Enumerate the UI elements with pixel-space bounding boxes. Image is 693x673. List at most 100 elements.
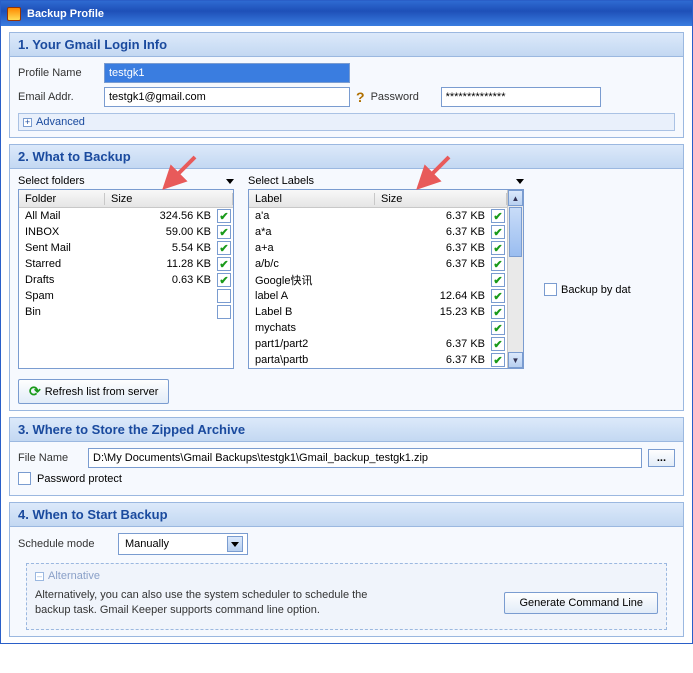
minus-icon: – [35,572,44,581]
item-size: 12.64 KB [381,290,491,302]
list-item[interactable]: Drafts0.63 KB [19,272,233,288]
item-name: Starred [25,258,111,270]
select-folders-dropdown[interactable]: Select folders [18,175,234,187]
item-size: 6.37 KB [381,226,491,238]
item-name: INBOX [25,226,111,238]
profile-name-input[interactable] [104,63,350,83]
window-title: Backup Profile [27,8,104,20]
list-item[interactable]: a'a6.37 KB [249,208,507,224]
item-name: a'a [255,210,381,222]
chevron-down-icon [516,179,524,184]
folders-header[interactable]: Folder Size [19,190,233,208]
filename-input[interactable] [88,448,642,468]
scrollbar[interactable]: ▲ ▼ [507,190,523,368]
refresh-button[interactable]: ⟳ Refresh list from server [18,379,169,404]
item-checkbox[interactable] [491,209,505,223]
checkbox[interactable] [544,283,557,296]
item-checkbox[interactable] [217,225,231,239]
list-item[interactable]: Personal2.27 KB [249,368,507,369]
item-size: 324.56 KB [111,210,217,222]
list-item[interactable]: label A12.64 KB [249,288,507,304]
section-what-header: 2. What to Backup [10,145,683,169]
item-checkbox[interactable] [491,241,505,255]
plus-icon: + [23,118,32,127]
email-label: Email Addr. [18,91,98,103]
item-name: Sent Mail [25,242,111,254]
list-item[interactable]: mychats [249,320,507,336]
item-size: 6.37 KB [381,242,491,254]
list-item[interactable]: a+a6.37 KB [249,240,507,256]
section-schedule-header: 4. When to Start Backup [10,503,683,527]
section-schedule: 4. When to Start Backup Schedule mode Ma… [9,502,684,637]
labels-header[interactable]: Label Size [249,190,507,208]
list-item[interactable]: parta\partb6.37 KB [249,352,507,368]
size-col-hdr-2: Size [375,193,507,205]
item-checkbox[interactable] [217,257,231,271]
item-size: 59.00 KB [111,226,217,238]
list-item[interactable]: All Mail324.56 KB [19,208,233,224]
schedule-mode-select[interactable]: Manually [118,533,248,555]
password-input[interactable] [441,87,601,107]
list-item[interactable]: Starred11.28 KB [19,256,233,272]
scroll-up-button[interactable]: ▲ [508,190,523,206]
backup-by-date-label: Backup by dat [561,284,631,296]
advanced-expander[interactable]: + Advanced [18,113,675,131]
item-size: 6.37 KB [381,258,491,270]
label-col-hdr: Label [249,193,375,205]
generate-command-line-button[interactable]: Generate Command Line [504,592,658,614]
item-name: Google快讯 [255,272,381,288]
list-item[interactable]: a*a6.37 KB [249,224,507,240]
item-checkbox[interactable] [217,305,231,319]
list-item[interactable]: Sent Mail5.54 KB [19,240,233,256]
alternative-expander[interactable]: – Alternative [35,568,658,588]
filename-label: File Name [18,452,82,464]
section-archive-header: 3. Where to Store the Zipped Archive [10,418,683,442]
item-checkbox[interactable] [217,209,231,223]
item-checkbox[interactable] [491,225,505,239]
list-item[interactable]: Label B15.23 KB [249,304,507,320]
scroll-thumb[interactable] [509,207,522,257]
list-item[interactable]: part1/part26.37 KB [249,336,507,352]
list-item[interactable]: Bin [19,304,233,320]
help-icon[interactable]: ? [356,89,365,105]
section-archive: 3. Where to Store the Zipped Archive Fil… [9,417,684,496]
item-checkbox[interactable] [491,257,505,271]
list-item[interactable]: a/b/c6.37 KB [249,256,507,272]
item-checkbox[interactable] [491,337,505,351]
password-protect-checkbox[interactable] [18,472,31,485]
item-checkbox[interactable] [491,305,505,319]
email-input[interactable] [104,87,350,107]
item-checkbox[interactable] [491,289,505,303]
schedule-mode-value: Manually [125,538,169,550]
list-item[interactable]: Google快讯 [249,272,507,288]
scroll-down-button[interactable]: ▼ [508,352,523,368]
item-name: part1/part2 [255,338,381,350]
item-checkbox[interactable] [217,289,231,303]
item-checkbox[interactable] [491,353,505,367]
backup-by-date-option[interactable]: Backup by dat [544,175,631,404]
item-name: Bin [25,306,111,318]
size-col-hdr: Size [105,193,233,205]
list-item[interactable]: INBOX59.00 KB [19,224,233,240]
backup-profile-window: Backup Profile 1. Your Gmail Login Info … [0,0,693,644]
chevron-down-icon [226,179,234,184]
item-name: label A [255,290,381,302]
select-folders-label: Select folders [18,175,85,187]
item-name: mychats [255,322,381,334]
alternative-panel: – Alternative Alternatively, you can als… [26,563,667,630]
item-checkbox[interactable] [491,273,505,287]
item-name: Spam [25,290,111,302]
list-item[interactable]: Spam [19,288,233,304]
item-size: 11.28 KB [111,258,217,270]
item-checkbox[interactable] [217,241,231,255]
select-labels-label: Select Labels [248,175,314,187]
item-checkbox[interactable] [491,321,505,335]
titlebar[interactable]: Backup Profile [1,1,692,26]
alternative-title: Alternative [48,570,100,582]
refresh-icon: ⟳ [29,383,41,400]
select-labels-dropdown[interactable]: Select Labels [248,175,524,187]
item-checkbox[interactable] [217,273,231,287]
password-label: Password [371,91,435,103]
item-name: All Mail [25,210,111,222]
browse-button[interactable]: ... [648,449,675,467]
